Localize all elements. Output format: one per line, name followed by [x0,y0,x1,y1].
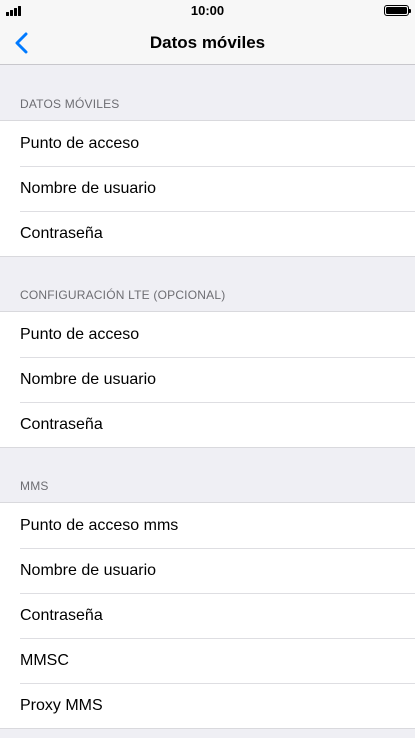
apn-field[interactable]: Punto de acceso [0,121,415,166]
section-header-lte: CONFIGURACIÓN LTE (OPCIONAL) [20,288,226,302]
battery-level-fill [386,7,407,14]
navigation-bar: Datos móviles [0,22,415,65]
group-datos-moviles: Punto de acceso Nombre de usuario Contra… [0,120,415,257]
mmsc-field[interactable]: MMSC [0,638,415,683]
settings-list: DATOS MÓVILES Punto de acceso Nombre de … [0,66,415,729]
lte-apn-field[interactable]: Punto de acceso [0,312,415,357]
mms-apn-field[interactable]: Punto de acceso mms [0,503,415,548]
section-header-datos-moviles: DATOS MÓVILES [20,97,120,111]
battery-icon [384,5,411,16]
lte-password-field[interactable]: Contraseña [0,402,415,447]
page-title: Datos móviles [149,33,266,52]
password-field[interactable]: Contraseña [0,211,415,256]
group-mms: Punto de acceso mms Nombre de usuario Co… [0,502,415,729]
status-bar: 10:00 [0,0,415,22]
status-time: 10:00 [190,3,225,18]
section-header-mms: MMS [20,479,49,493]
group-lte: Punto de acceso Nombre de usuario Contra… [0,311,415,448]
mms-username-field[interactable]: Nombre de usuario [0,548,415,593]
mms-password-field[interactable]: Contraseña [0,593,415,638]
username-field[interactable]: Nombre de usuario [0,166,415,211]
mms-proxy-field[interactable]: Proxy MMS [0,683,415,728]
lte-username-field[interactable]: Nombre de usuario [0,357,415,402]
